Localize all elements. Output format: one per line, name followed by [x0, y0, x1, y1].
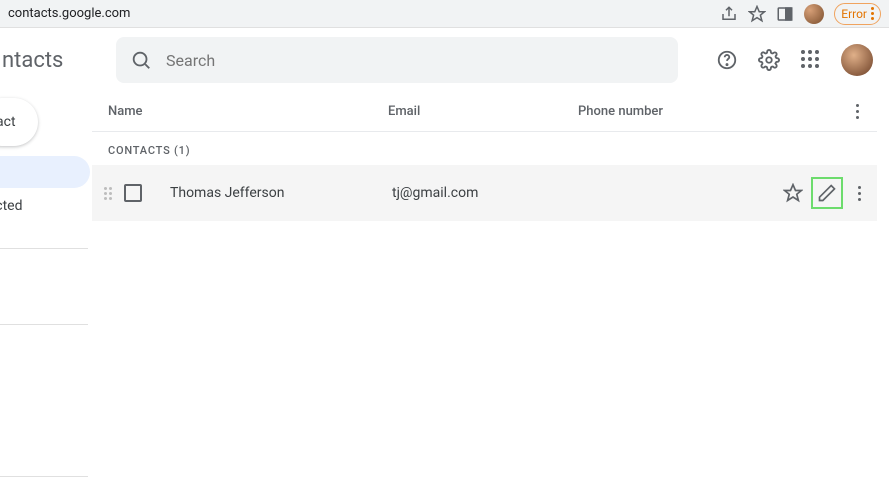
column-header-phone: Phone number: [578, 104, 837, 119]
create-contact-button[interactable]: act: [0, 98, 38, 146]
contact-name: Thomas Jefferson: [170, 185, 392, 201]
more-vertical-icon: [871, 7, 874, 20]
column-header-name: Name: [108, 104, 388, 119]
table-header: Name Email Phone number: [92, 92, 877, 132]
column-settings-button[interactable]: [837, 104, 877, 119]
edit-contact-button[interactable]: [811, 177, 843, 209]
star-button[interactable]: [783, 183, 803, 203]
sidebar-divider: [0, 324, 88, 325]
star-icon: [783, 183, 803, 203]
app-header: ntacts: [0, 28, 889, 92]
sidebar-partial: act contacted l acts: [0, 92, 92, 221]
sidebar-item-selected[interactable]: [0, 156, 90, 188]
error-label: Error: [841, 7, 867, 21]
gear-icon[interactable]: [757, 48, 781, 72]
search-box[interactable]: [116, 37, 678, 83]
browser-omnibox: contacts.google.com Error: [0, 0, 889, 28]
panel-icon[interactable]: [776, 5, 794, 23]
row-more-button[interactable]: [851, 186, 867, 201]
select-checkbox[interactable]: [124, 184, 142, 202]
pencil-icon: [817, 183, 837, 203]
search-icon: [130, 49, 152, 71]
account-avatar[interactable]: [841, 44, 873, 76]
bookmark-star-icon[interactable]: [748, 5, 766, 23]
more-vertical-icon: [851, 186, 867, 201]
column-header-email: Email: [388, 104, 578, 119]
contact-email: tj@gmail.com: [392, 185, 582, 201]
contact-row[interactable]: Thomas Jefferson tj@gmail.com: [92, 165, 877, 221]
share-icon[interactable]: [720, 5, 738, 23]
profile-avatar-small[interactable]: [804, 4, 824, 24]
sidebar-divider: [0, 476, 88, 477]
create-label: act: [0, 114, 16, 130]
drag-handle-icon[interactable]: [104, 187, 116, 200]
extension-error-pill[interactable]: Error: [834, 3, 881, 25]
more-vertical-icon: [849, 104, 865, 119]
main-content: Name Email Phone number CONTACTS (1) Tho…: [92, 92, 889, 221]
url-text: contacts.google.com: [8, 6, 130, 21]
apps-grid-icon[interactable]: [799, 48, 823, 72]
search-input[interactable]: [166, 51, 664, 70]
omnibox-actions: Error: [720, 3, 881, 25]
brand-title: ntacts: [2, 48, 104, 73]
sidebar-item-frequently-contacted[interactable]: contacted: [0, 198, 22, 214]
section-label: CONTACTS (1): [92, 132, 877, 165]
sidebar-divider: [0, 248, 88, 249]
help-icon[interactable]: [715, 48, 739, 72]
